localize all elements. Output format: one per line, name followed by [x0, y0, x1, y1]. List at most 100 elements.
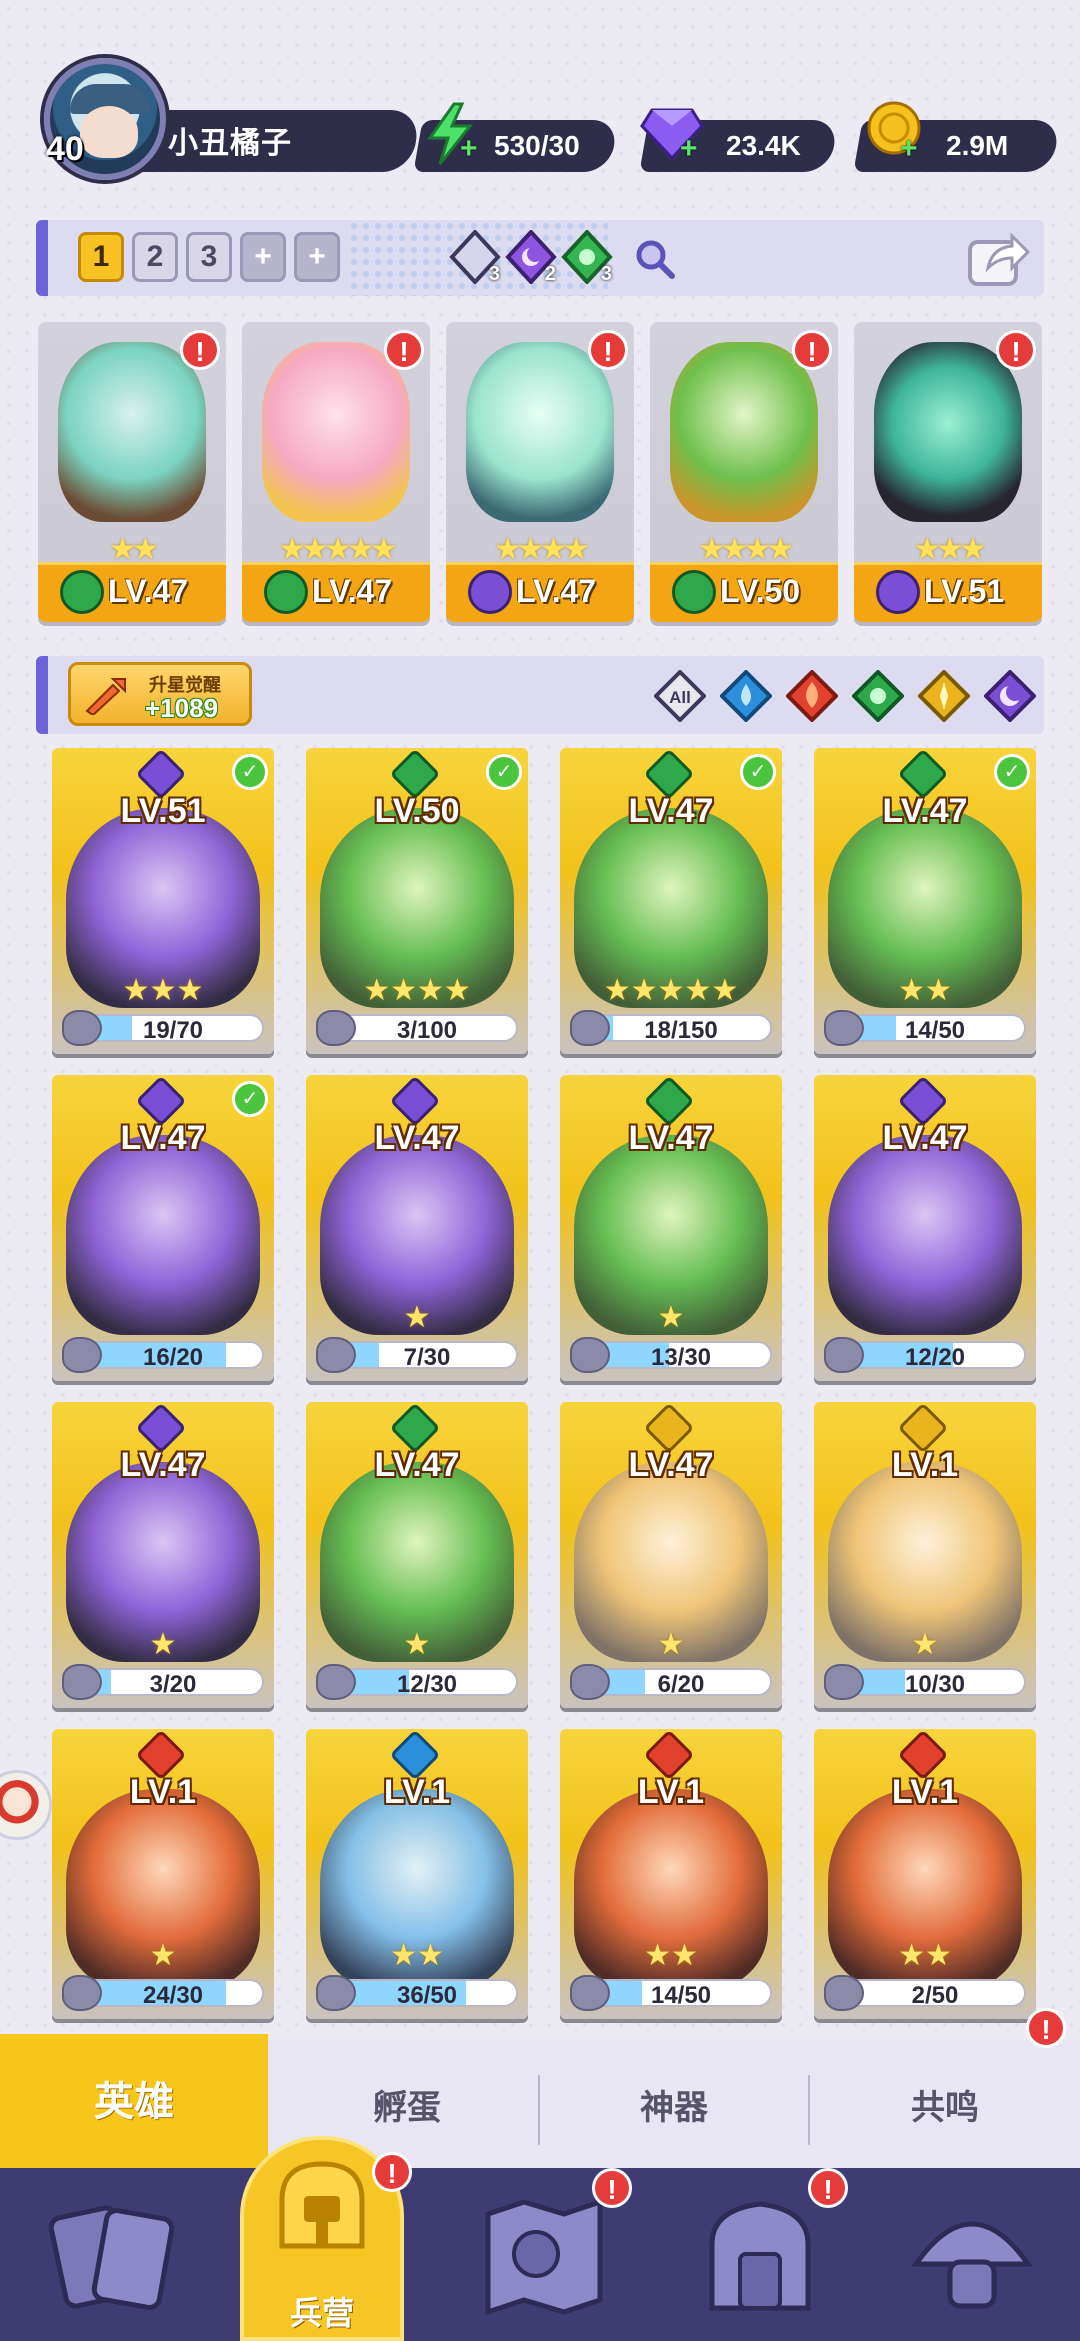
hero-card[interactable]: LV.47 ✓ ★★★★★ 18/150 [560, 748, 782, 1054]
hero-stars: ★★★ [122, 974, 204, 1007]
alert-icon: ! [808, 2168, 848, 2208]
gem-add-icon[interactable]: + [680, 132, 698, 166]
tab-heroes[interactable]: 英雄 [0, 2034, 268, 2170]
team-gem-dark[interactable]: 2 [504, 229, 558, 285]
fragment-bar: 6/20 [590, 1668, 772, 1696]
hero-portrait [670, 342, 818, 522]
fragment-bar: 2/50 [844, 1979, 1026, 2007]
hero-card[interactable]: LV.47 ✓ 16/20 [52, 1075, 274, 1381]
hero-card[interactable]: LV.51 ✓ ★★★ 19/70 [52, 748, 274, 1054]
in-team-check-icon: ✓ [994, 754, 1030, 790]
fragment-icon [570, 1664, 610, 1700]
awaken-value: +1089 [145, 693, 219, 723]
floating-helper-avatar[interactable] [0, 1770, 52, 1840]
water-filter-icon[interactable] [720, 670, 772, 722]
hero-stars: ★★★★ [363, 974, 471, 1007]
hero-level: LV.47 [628, 792, 714, 830]
hero-stars: ★ [403, 1628, 431, 1661]
team-slot-1[interactable]: 1 [78, 232, 124, 282]
player-profile[interactable]: 小丑橘子 40 [36, 58, 421, 180]
tab-artifacts[interactable]: 神器 [540, 2048, 808, 2168]
share-icon[interactable] [966, 228, 1030, 288]
nature-filter-icon[interactable] [852, 670, 904, 722]
hero-card[interactable]: LV.50 ✓ ★★★★ 3/100 [306, 748, 528, 1054]
hero-card[interactable]: LV.1 ★★ 2/50 [814, 1729, 1036, 2019]
hero-portrait [874, 342, 1022, 522]
team-slot-3[interactable]: 3 [186, 232, 232, 282]
team-toolbar: 1 2 3 + + 3 2 3 [36, 220, 1044, 296]
hero-level: LV.47 [882, 792, 968, 830]
fragment-icon [316, 1010, 356, 1046]
hero-card[interactable]: LV.1 ★ 24/30 [52, 1729, 274, 2019]
hero-card[interactable]: LV.47 ★ 13/30 [560, 1075, 782, 1381]
team-hero-card[interactable]: ★★★★★ LV.47 ! [242, 322, 430, 622]
map-icon[interactable] [474, 2190, 614, 2320]
hero-portrait [828, 1135, 1022, 1335]
hero-card[interactable]: LV.47 ★ 7/30 [306, 1075, 528, 1381]
hero-card[interactable]: LV.1 ★ 10/30 [814, 1402, 1036, 1708]
team-hero-card[interactable]: ★★★ LV.51 ! [854, 322, 1042, 622]
hero-stars: ★ [149, 1628, 177, 1661]
hero-card[interactable]: LV.47 ★ 12/30 [306, 1402, 528, 1708]
team-slot-2[interactable]: 2 [132, 232, 178, 282]
hero-card[interactable]: LV.47 ★ 6/20 [560, 1402, 782, 1708]
cards-icon[interactable] [44, 2190, 184, 2320]
dark-element-icon [468, 570, 512, 614]
energy-add-icon[interactable]: + [460, 132, 478, 166]
team-hero-card[interactable]: ★★ LV.47 ! [38, 322, 226, 622]
gem-count: 2 [544, 263, 556, 285]
fire-filter-icon[interactable] [786, 670, 838, 722]
filter-all-button[interactable]: All [654, 670, 706, 722]
team-lineup: ★★ LV.47 ! ★★★★★ LV.47 ! ★★★★ LV.47 ! ★★… [38, 322, 1044, 622]
fragment-icon [824, 1337, 864, 1373]
dark-filter-icon[interactable] [984, 670, 1036, 722]
hero-level: LV.47 [108, 573, 189, 609]
fragment-progress: 13/30 [570, 1337, 772, 1373]
hero-card[interactable]: LV.47 ✓ ★★ 14/50 [814, 748, 1036, 1054]
fragment-count: 10/30 [904, 1671, 966, 1696]
alert-icon: ! [588, 330, 628, 370]
team-slot-add-2[interactable]: + [294, 232, 340, 282]
fragment-count: 7/30 [403, 1344, 451, 1369]
light-filter-icon[interactable] [918, 670, 970, 722]
fragment-count: 3/100 [396, 1017, 458, 1042]
hero-card[interactable]: LV.47 12/20 [814, 1075, 1036, 1381]
hero-card[interactable]: LV.1 ★★ 14/50 [560, 1729, 782, 2019]
mushroom-icon[interactable] [902, 2190, 1042, 2320]
gem-count: 3 [488, 263, 500, 285]
hero-level: LV.1 [891, 1773, 959, 1811]
fragment-bar: 13/30 [590, 1341, 772, 1369]
team-slot-add-1[interactable]: + [240, 232, 286, 282]
search-icon[interactable] [634, 238, 676, 280]
hero-stars: ★ [911, 1628, 939, 1661]
fragment-bar: 3/20 [82, 1668, 264, 1696]
player-level: 40 [46, 130, 84, 168]
team-gem-nature[interactable]: 3 [560, 229, 614, 285]
fragment-icon [62, 1664, 102, 1700]
alert-icon: ! [384, 330, 424, 370]
hero-stars: ★ [657, 1628, 685, 1661]
helmet-icon [279, 2161, 365, 2249]
alert-icon: ! [372, 2152, 412, 2192]
tab-resonance[interactable]: 共鸣 [810, 2048, 1080, 2168]
team-hero-card[interactable]: ★★★★ LV.50 ! [650, 322, 838, 622]
hero-level: LV.51 [924, 573, 1005, 609]
fragment-count: 24/30 [142, 1982, 204, 2007]
fragment-bar: 10/30 [844, 1668, 1026, 1696]
awaken-button[interactable]: 升星觉醒 +1089 [68, 662, 252, 726]
team-gem-light[interactable]: 3 [448, 229, 502, 285]
team-hero-card[interactable]: ★★★★ LV.47 ! [446, 322, 634, 622]
hero-level: LV.47 [120, 1119, 206, 1157]
gem-count: 3 [600, 263, 612, 285]
coin-add-icon[interactable]: + [900, 132, 918, 166]
fragment-bar: 3/100 [336, 1014, 518, 1042]
hero-level: LV.47 [628, 1446, 714, 1484]
fragment-bar: 18/150 [590, 1014, 772, 1042]
in-team-check-icon: ✓ [740, 754, 776, 790]
hero-stars: ★ [657, 1301, 685, 1334]
temple-icon[interactable] [690, 2190, 830, 2320]
hero-card[interactable]: LV.1 ★★ 36/50 [306, 1729, 528, 2019]
hero-card[interactable]: LV.47 ★ 3/20 [52, 1402, 274, 1708]
alert-icon: ! [180, 330, 220, 370]
fragment-bar: 12/30 [336, 1668, 518, 1696]
